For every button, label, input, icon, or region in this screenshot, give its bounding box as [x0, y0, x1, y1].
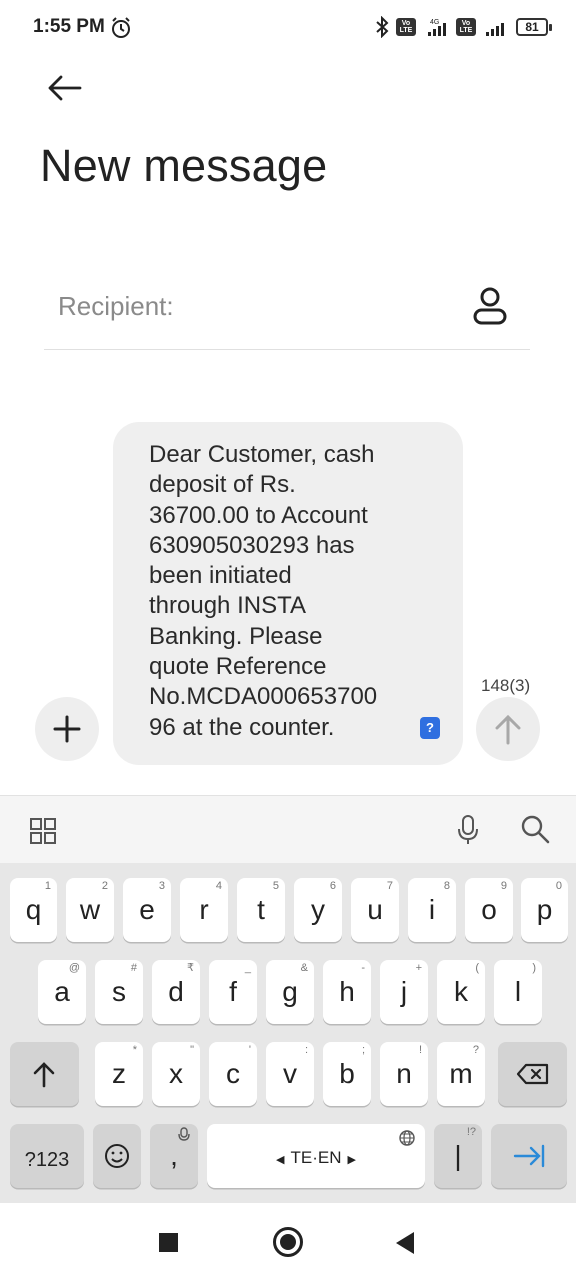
page-title: New message — [40, 140, 328, 191]
back-arrow-icon[interactable] — [44, 70, 84, 106]
character-counter: 148(3) — [481, 676, 531, 695]
key-t[interactable]: 5t — [237, 878, 285, 942]
key-y[interactable]: 6y — [294, 878, 342, 942]
recents-icon[interactable] — [159, 1233, 178, 1252]
key-v[interactable]: :v — [266, 1042, 314, 1106]
language-prev-icon: ◀ — [276, 1154, 285, 1166]
key-e[interactable]: 3e — [123, 878, 171, 942]
key-u[interactable]: 7u — [351, 878, 399, 942]
key-o[interactable]: 9o — [465, 878, 513, 942]
key-c[interactable]: ' c — [209, 1042, 257, 1106]
recipient-row — [44, 276, 530, 350]
globe-icon — [399, 1130, 415, 1146]
search-icon[interactable] — [520, 814, 550, 844]
backspace-icon — [516, 1063, 549, 1085]
key-w[interactable]: 2w — [66, 878, 114, 942]
key-l[interactable]: ) l — [494, 960, 542, 1024]
send-arrow-icon — [495, 714, 521, 745]
key-f[interactable]: _ f — [209, 960, 257, 1024]
send-button[interactable] — [476, 697, 540, 761]
language-next-icon: ▶ — [347, 1154, 356, 1166]
recipient-input[interactable] — [58, 286, 458, 326]
sms-info-badge[interactable]: ? — [420, 717, 440, 739]
network-label: 4G — [430, 19, 439, 26]
signal-4g-icon: 4G — [428, 19, 446, 36]
shift-key[interactable] — [10, 1042, 79, 1106]
contact-icon[interactable] — [470, 286, 510, 326]
navigation-bar — [0, 1203, 576, 1280]
key-x[interactable]: " x — [152, 1042, 200, 1106]
grid-menu-icon[interactable] — [30, 818, 56, 844]
message-compose-bubble[interactable]: Dear Customer, cash deposit of Rs. 36700… — [113, 422, 463, 765]
key-k[interactable]: (k — [437, 960, 485, 1024]
symbols-key[interactable]: ?123 — [10, 1124, 84, 1188]
enter-key[interactable] — [491, 1124, 567, 1188]
keyboard-toolbar — [0, 795, 576, 863]
space-key-label: ◀ TE·EN ▶ — [276, 1148, 356, 1167]
key-b[interactable]: ; b — [323, 1042, 371, 1106]
nav-back-icon[interactable] — [396, 1232, 414, 1254]
backspace-key[interactable] — [498, 1042, 567, 1106]
alarm-icon — [112, 17, 130, 38]
key-z[interactable]: * z — [95, 1042, 143, 1106]
home-icon[interactable] — [273, 1227, 303, 1257]
key-h[interactable]: -h — [323, 960, 371, 1024]
key-s[interactable]: # s — [95, 960, 143, 1024]
battery-icon: 81 — [516, 18, 552, 36]
period-key[interactable]: !? | — [434, 1124, 482, 1188]
key-d[interactable]: ₹ d — [152, 960, 200, 1024]
plus-icon — [53, 715, 81, 743]
tab-enter-icon — [513, 1144, 545, 1168]
key-a[interactable]: @ a — [38, 960, 86, 1024]
key-g[interactable]: & g — [266, 960, 314, 1024]
key-r[interactable]: 4r — [180, 878, 228, 942]
emoji-icon — [105, 1144, 129, 1168]
key-n[interactable]: ! n — [380, 1042, 428, 1106]
add-attachment-button[interactable] — [35, 697, 99, 761]
emoji-key[interactable] — [93, 1124, 141, 1188]
status-bar: 1:55 PM Vo LTE 4G Vo LTE 81 — [0, 0, 576, 56]
key-p[interactable]: 0p — [521, 878, 568, 942]
status-icons: Vo LTE 4G Vo LTE 81 — [374, 14, 552, 40]
status-time: 1:55 PM — [33, 16, 105, 37]
signal-icon — [486, 23, 504, 36]
volte-icon: Vo LTE — [396, 18, 416, 36]
key-i[interactable]: 8i — [408, 878, 456, 942]
comma-key[interactable]: , — [150, 1124, 198, 1188]
bluetooth-icon — [376, 16, 389, 38]
key-q[interactable]: 1q — [10, 878, 57, 942]
space-key[interactable]: ◀ TE·EN ▶ — [207, 1124, 425, 1188]
shift-arrow-icon — [33, 1062, 55, 1088]
key-m[interactable]: ? m — [437, 1042, 485, 1106]
message-text[interactable]: Dear Customer, cash deposit of Rs. 36700… — [149, 440, 409, 743]
microphone-icon[interactable] — [456, 814, 480, 846]
keyboard: 1q 2w 3e 4r 5t 6y 7u 8i 9o 0p @ a # s ₹ d _… — [0, 863, 576, 1203]
key-j[interactable]: + j — [380, 960, 428, 1024]
volte-icon-2: Vo LTE — [456, 18, 476, 36]
